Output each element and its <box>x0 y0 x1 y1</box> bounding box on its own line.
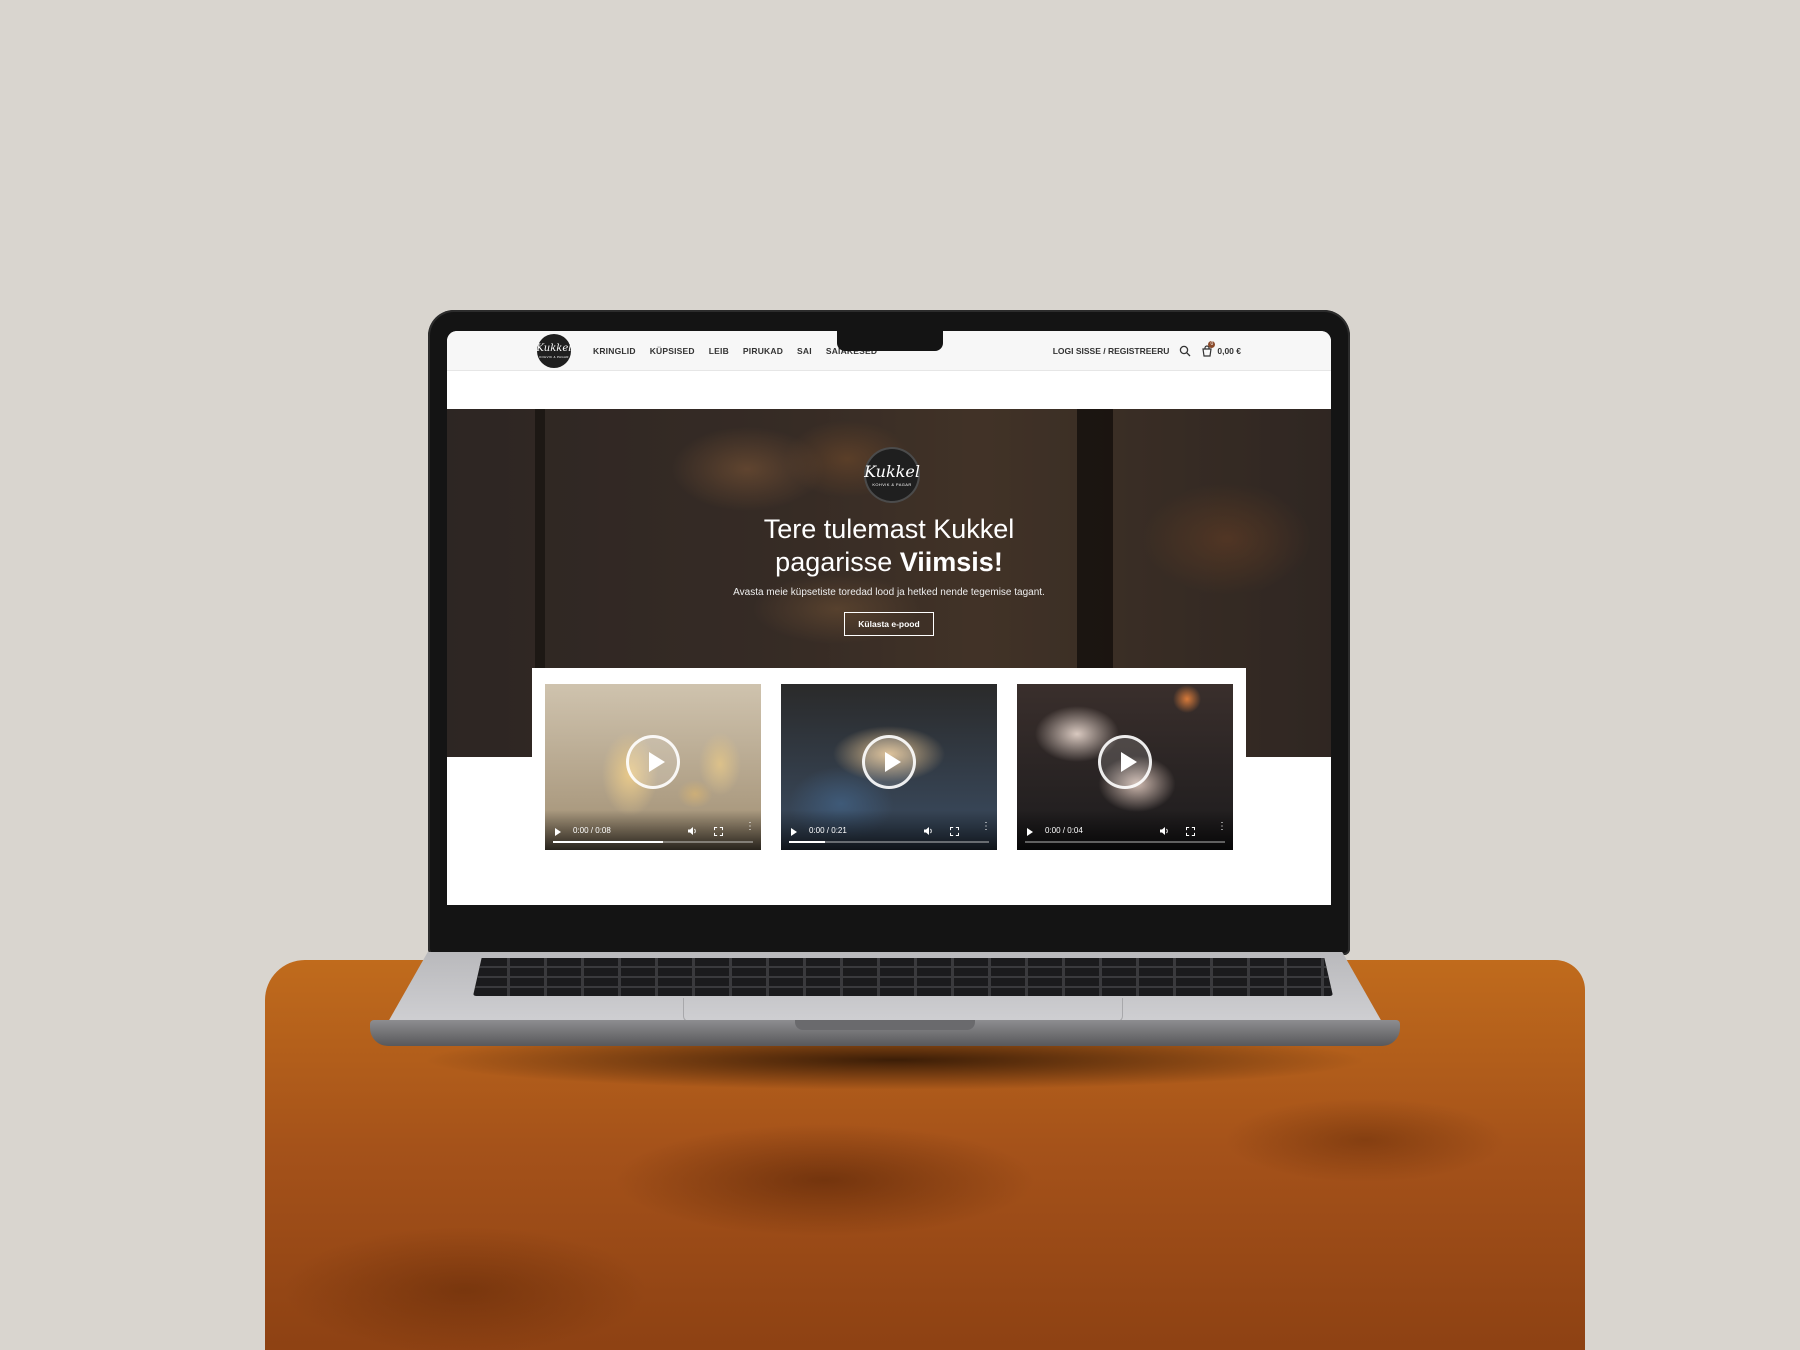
play-icon[interactable] <box>1027 828 1033 836</box>
video-progress-bar[interactable] <box>1025 841 1225 843</box>
video-controls: 0:00 / 0:08 ⋮ <box>545 810 761 850</box>
fullscreen-icon[interactable] <box>950 827 959 836</box>
logo-tagline: KOHVIK & PAGAR <box>539 354 569 359</box>
nav-item-pirukad[interactable]: PIRUKAD <box>743 346 783 356</box>
more-options-icon[interactable]: ⋮ <box>745 822 755 832</box>
lid-opening-notch <box>795 1020 975 1030</box>
video-player-3[interactable]: 0:00 / 0:04 ⋮ <box>1017 684 1233 850</box>
play-overlay-icon[interactable] <box>626 735 680 789</box>
video-controls: 0:00 / 0:21 ⋮ <box>781 810 997 850</box>
play-icon[interactable] <box>555 828 561 836</box>
visit-eshop-button[interactable]: Külasta e-pood <box>844 612 934 636</box>
video-gallery: 0:00 / 0:08 ⋮ 0:00 / 0:21 ⋮ 0:00 / 0:04 … <box>532 668 1246 852</box>
login-register-link[interactable]: LOGI SISSE / REGISTREERU <box>1053 346 1170 356</box>
fullscreen-icon[interactable] <box>714 827 723 836</box>
play-overlay-icon[interactable] <box>862 735 916 789</box>
cart-total: 0,00 € <box>1217 346 1241 356</box>
volume-icon[interactable] <box>687 826 697 836</box>
hero-logo: Kukkel KOHVIK & PAGAR <box>864 447 920 503</box>
video-progress-bar[interactable] <box>553 841 753 843</box>
trackpad <box>683 998 1123 1022</box>
nav-item-kupsised[interactable]: KÜPSISED <box>650 346 695 356</box>
hero-title-line2: pagarisse Viimsis! <box>447 546 1331 579</box>
video-time: 0:00 / 0:08 <box>573 826 611 835</box>
browser-screen: Kukkel KOHVIK & PAGAR KRINGLID KÜPSISED … <box>447 331 1331 905</box>
hero-title-line2-bold: Viimsis! <box>899 547 1003 577</box>
volume-icon[interactable] <box>923 826 933 836</box>
nav-item-kringlid[interactable]: KRINGLID <box>593 346 636 356</box>
hero-logo-tagline: KOHVIK & PAGAR <box>872 481 912 487</box>
keyboard-deck <box>388 952 1382 1022</box>
play-overlay-icon[interactable] <box>1098 735 1152 789</box>
nav-item-sai[interactable]: SAI <box>797 346 812 356</box>
logo-word: Kukkel <box>536 342 572 354</box>
video-controls: 0:00 / 0:04 ⋮ <box>1017 810 1233 850</box>
video-player-2[interactable]: 0:00 / 0:21 ⋮ <box>781 684 997 850</box>
nav-item-leib[interactable]: LEIB <box>709 346 729 356</box>
site-logo[interactable]: Kukkel KOHVIK & PAGAR <box>537 334 571 368</box>
play-icon[interactable] <box>791 828 797 836</box>
video-progress-bar[interactable] <box>789 841 989 843</box>
keyboard <box>473 958 1333 996</box>
camera-notch <box>837 331 943 351</box>
video-time: 0:00 / 0:21 <box>809 826 847 835</box>
video-progress-fill <box>789 841 825 843</box>
header-actions: LOGI SISSE / REGISTREERU 0 0,00 € <box>1053 331 1241 371</box>
video-player-1[interactable]: 0:00 / 0:08 ⋮ <box>545 684 761 850</box>
hero-title-line2-start: pagarisse <box>775 547 900 577</box>
hero-title-line1: Tere tulemast Kukkel <box>763 514 1015 544</box>
main-nav: KRINGLID KÜPSISED LEIB PIRUKAD SAI SAIAK… <box>593 331 877 371</box>
laptop-base <box>370 952 1400 1052</box>
volume-icon[interactable] <box>1159 826 1169 836</box>
cart-button[interactable]: 0 0,00 € <box>1201 341 1241 357</box>
hero-subtitle: Avasta meie küpsetiste toredad lood ja h… <box>733 587 1045 598</box>
video-progress-fill <box>553 841 663 843</box>
fullscreen-icon[interactable] <box>1186 827 1195 836</box>
hero-title: Tere tulemast Kukkel pagarisse Viimsis! <box>447 513 1331 579</box>
hero-logo-word: Kukkel <box>864 461 920 481</box>
more-options-icon[interactable]: ⋮ <box>1217 822 1227 832</box>
cart-count-badge: 0 <box>1208 341 1216 348</box>
more-options-icon[interactable]: ⋮ <box>981 822 991 832</box>
video-time: 0:00 / 0:04 <box>1045 826 1083 835</box>
search-icon[interactable] <box>1179 345 1191 357</box>
